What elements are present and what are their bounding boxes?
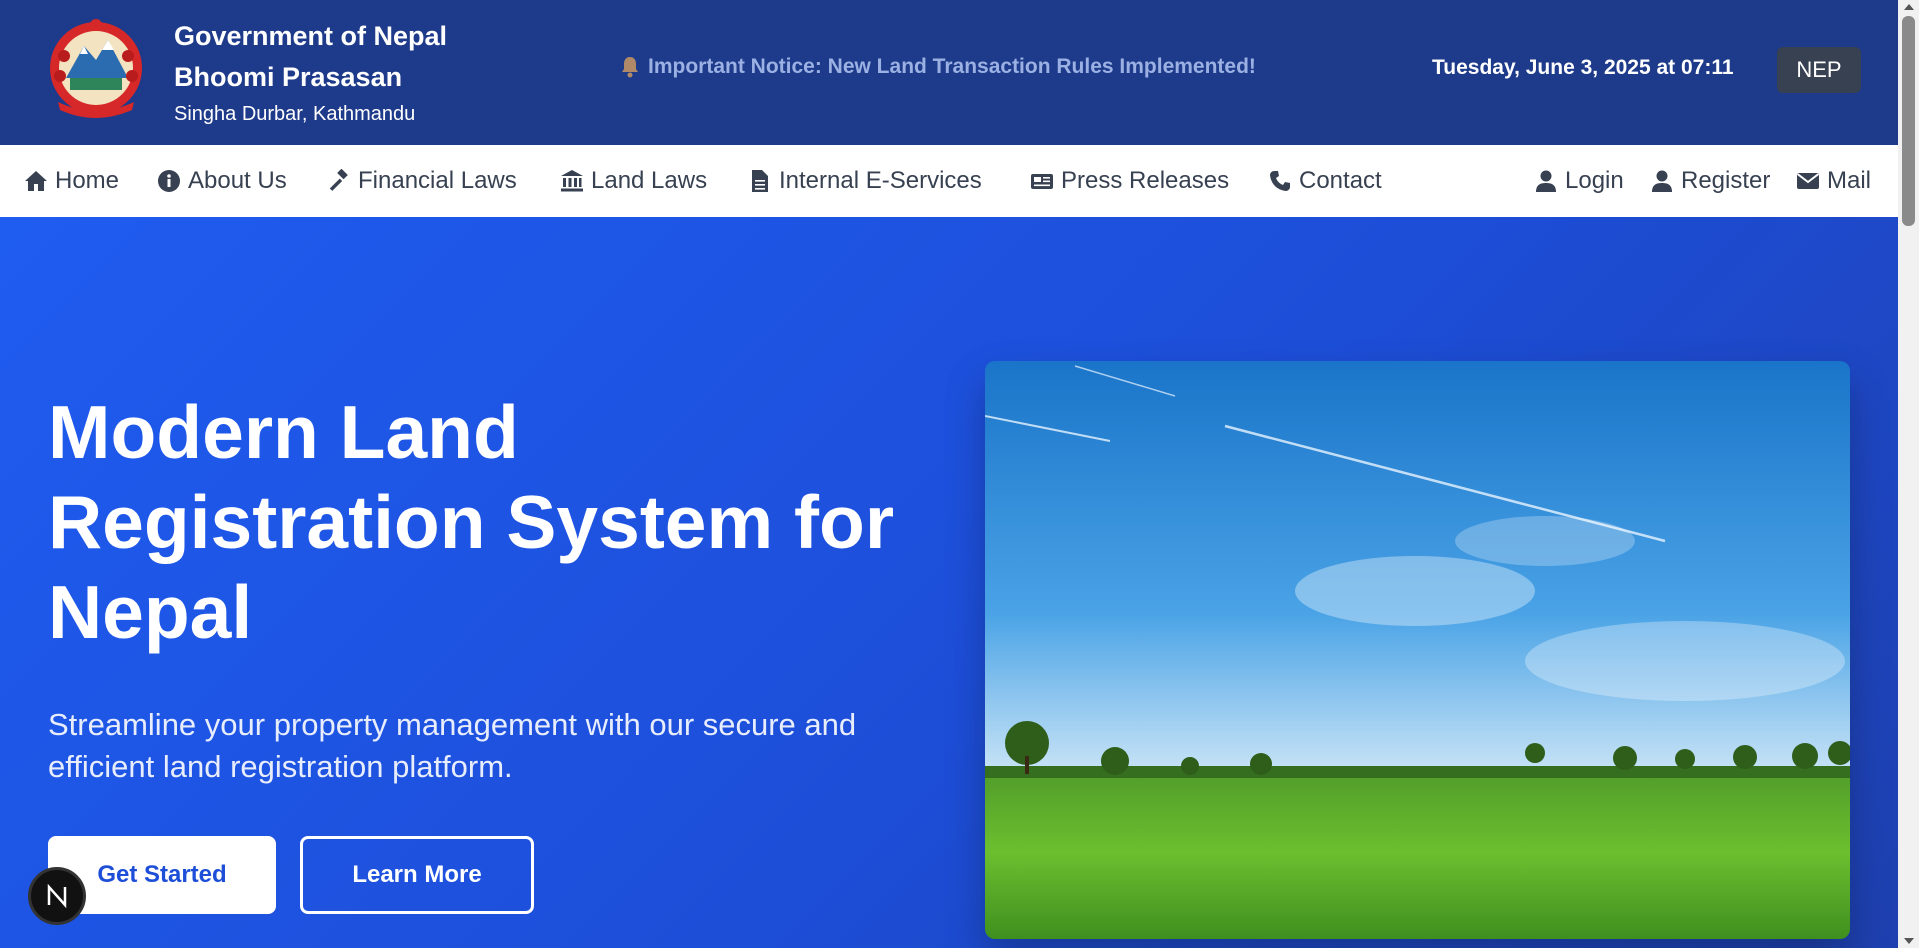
nav-register[interactable]: Register xyxy=(1650,145,1770,217)
nav-login-label: Login xyxy=(1565,167,1624,194)
nav-mail-label: Mail xyxy=(1827,167,1872,194)
language-toggle-button[interactable]: NEP xyxy=(1777,47,1861,93)
nav-land-laws[interactable]: Land Laws xyxy=(560,145,707,217)
nav-financial-laws-label: Financial Laws xyxy=(358,167,517,194)
org-name-line1: Government of Nepal xyxy=(174,21,448,51)
phone-icon xyxy=(1270,171,1290,191)
organization-name: Government of Nepal Bhoomi Prasasan Sing… xyxy=(174,16,447,127)
hero-title: Modern Land Registration System for Nepa… xyxy=(48,390,895,654)
nav-home-label: Home xyxy=(55,167,120,194)
landscape-image xyxy=(985,361,1850,939)
nav-about-us-label: About Us xyxy=(188,167,287,194)
nav-home[interactable]: Home xyxy=(24,145,119,217)
nav-press-releases[interactable]: Press Releases xyxy=(1030,145,1229,217)
nav-mail[interactable]: Mail xyxy=(1796,145,1871,217)
nav-contact-label: Contact xyxy=(1299,167,1382,194)
nav-contact[interactable]: Contact xyxy=(1268,145,1382,217)
nepal-emblem-logo[interactable] xyxy=(36,16,156,122)
org-name-line2: Bhoomi Prasasan xyxy=(174,62,403,92)
nav-land-laws-label: Land Laws xyxy=(591,167,708,194)
envelope-icon xyxy=(1796,173,1820,189)
nav-press-releases-label: Press Releases xyxy=(1061,167,1230,194)
nav-about-us[interactable]: About Us xyxy=(157,145,287,217)
user-icon xyxy=(1652,170,1672,192)
gavel-icon xyxy=(329,169,348,191)
notice-text: Important Notice: New Land Transaction R… xyxy=(648,55,1256,78)
bank-icon xyxy=(561,170,583,192)
learn-more-button[interactable]: Learn More xyxy=(300,836,534,914)
hero-section: Modern Land Registration System for Nepa… xyxy=(0,217,1898,948)
file-icon xyxy=(752,170,768,192)
current-datetime: Tuesday, June 3, 2025 at 07:11 xyxy=(1432,56,1734,79)
nav-internal-e-services[interactable]: Internal E-Services xyxy=(748,145,982,217)
bell-icon xyxy=(620,56,640,78)
org-address: Singha Durbar, Kathmandu xyxy=(174,103,416,125)
floating-n-logo-button[interactable] xyxy=(28,867,86,925)
scroll-up-arrow-icon[interactable] xyxy=(1904,4,1914,10)
nav-internal-e-services-label: Internal E-Services xyxy=(779,167,982,194)
main-navigation: Home About Us Financial Laws Land Laws I… xyxy=(0,145,1898,217)
nav-login[interactable]: Login xyxy=(1534,145,1624,217)
info-circle-icon xyxy=(158,170,180,192)
scroll-thumb[interactable] xyxy=(1902,16,1915,226)
scroll-down-arrow-icon[interactable] xyxy=(1904,938,1914,944)
home-icon xyxy=(25,171,47,191)
newspaper-icon xyxy=(1031,174,1053,189)
vertical-scrollbar[interactable] xyxy=(1898,0,1919,948)
important-notice: Important Notice: New Land Transaction R… xyxy=(620,55,1256,79)
top-header: Government of Nepal Bhoomi Prasasan Sing… xyxy=(0,0,1898,145)
n-logo-icon xyxy=(47,883,67,909)
hero-subtitle: Streamline your property management with… xyxy=(48,707,857,784)
nav-register-label: Register xyxy=(1681,167,1771,194)
user-icon xyxy=(1536,170,1556,192)
nav-financial-laws[interactable]: Financial Laws xyxy=(327,145,517,217)
